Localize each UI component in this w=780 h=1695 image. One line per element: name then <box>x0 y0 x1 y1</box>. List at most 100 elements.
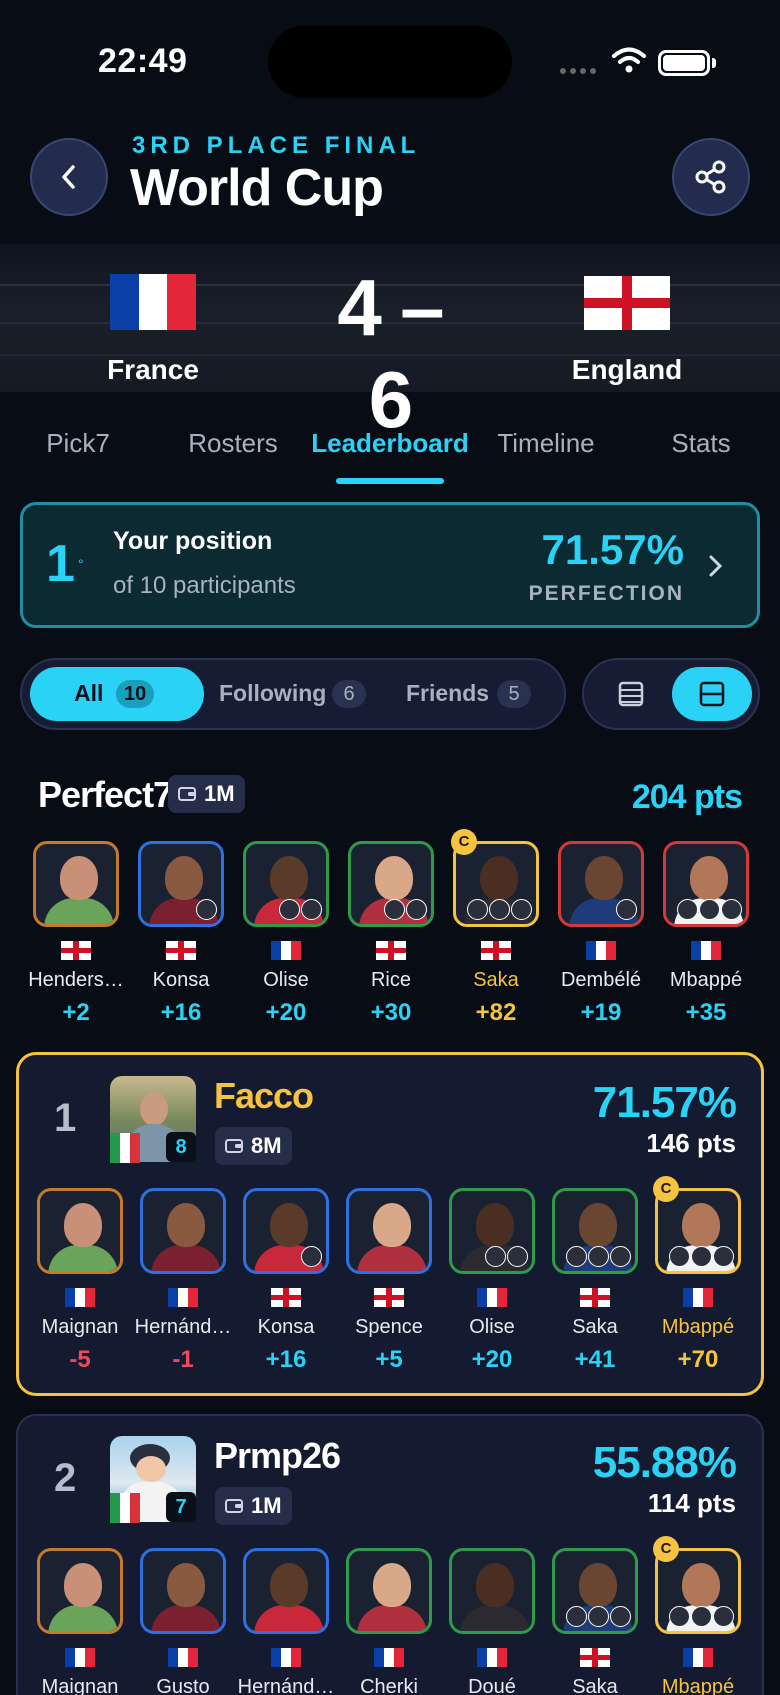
player-name: Gusto <box>156 1676 210 1695</box>
stat-badges <box>467 899 532 920</box>
stat-badge-icon <box>721 899 742 920</box>
player-card[interactable] <box>449 1188 535 1274</box>
stat-badge-icon <box>511 899 532 920</box>
player-points: +30 <box>370 999 412 1026</box>
entry-percent: 71.57% <box>592 1078 737 1127</box>
player-card[interactable] <box>138 841 224 927</box>
stat-badge-icon <box>485 1246 506 1267</box>
player-points: -5 <box>69 1346 91 1373</box>
player-card[interactable] <box>346 1548 432 1634</box>
wallet-icon <box>225 1139 243 1153</box>
perfection-label: PERFECTION <box>528 582 684 605</box>
player-name: Hernánd… <box>134 1316 232 1338</box>
user-level: 7 <box>166 1492 196 1522</box>
stat-badge-icon <box>467 899 488 920</box>
perfect7-wallet: 1M <box>168 775 245 813</box>
tab-timeline[interactable]: Timeline <box>478 428 614 459</box>
battery-nub <box>712 58 716 68</box>
player-points: +41 <box>574 1346 616 1373</box>
france-flag-mini <box>65 1648 95 1667</box>
filter-friends[interactable]: Friends <box>406 680 489 707</box>
player-card[interactable] <box>140 1548 226 1634</box>
player-card[interactable] <box>37 1188 123 1274</box>
entry-username[interactable]: Prmp26 <box>214 1435 341 1477</box>
stat-badge-icon <box>691 1246 712 1267</box>
stat-badge-icon <box>588 1246 609 1267</box>
player-card[interactable] <box>33 841 119 927</box>
player-card[interactable] <box>558 841 644 927</box>
stat-badge-icon <box>677 899 698 920</box>
tab-pick7[interactable]: Pick7 <box>20 428 136 459</box>
player-card[interactable] <box>552 1188 638 1274</box>
player-name: Maignan <box>41 1676 119 1695</box>
france-flag-mini <box>271 941 301 960</box>
status-time: 22:49 <box>98 42 188 80</box>
player-name: Cherki <box>360 1676 418 1695</box>
player-card[interactable] <box>663 841 749 927</box>
entry-wallet: 1M <box>215 1487 292 1525</box>
user-level: 8 <box>166 1132 196 1162</box>
perfection-percent: 71.57% <box>541 526 684 573</box>
wallet-icon <box>178 787 196 801</box>
perfect7-wallet-amount: 1M <box>204 781 235 806</box>
entry-points: 114 pts <box>647 1488 736 1518</box>
player-points: +19 <box>580 999 622 1026</box>
stat-badges <box>485 1246 528 1267</box>
player-card[interactable] <box>243 1548 329 1634</box>
filter-following[interactable]: Following <box>219 680 326 707</box>
participants-count: of 10 participants <box>113 572 296 599</box>
player-name: Konsa <box>257 1316 315 1338</box>
list-view-button[interactable] <box>618 681 644 712</box>
entry-wallet-amount: 1M <box>251 1493 282 1518</box>
player-name: Konsa <box>152 969 210 991</box>
stat-badge-icon <box>301 899 322 920</box>
player-points: +16 <box>265 1346 307 1373</box>
stat-badge-icon <box>610 1246 631 1267</box>
player-points: +20 <box>471 1346 513 1373</box>
country-flag-italy <box>110 1133 140 1163</box>
player-card[interactable] <box>140 1188 226 1274</box>
back-button[interactable] <box>30 138 108 216</box>
player-name: Doué <box>468 1676 516 1695</box>
england-flag-mini <box>376 941 406 960</box>
tab-rosters[interactable]: Rosters <box>168 428 298 459</box>
player-points: +70 <box>677 1346 719 1373</box>
filter-friends-count: 5 <box>497 680 531 708</box>
stat-badge-icon <box>507 1246 528 1267</box>
entry-username[interactable]: Facco <box>214 1075 314 1117</box>
stat-badges <box>669 1606 734 1627</box>
wifi-icon <box>612 47 646 73</box>
player-points: -1 <box>172 1346 194 1373</box>
stat-badge-icon <box>669 1606 690 1627</box>
entry-wallet: 8M <box>215 1127 292 1165</box>
player-name: Spence <box>355 1316 423 1338</box>
filter-all-label: All <box>74 680 104 706</box>
chevron-right-icon <box>709 555 723 577</box>
share-button[interactable] <box>672 138 750 216</box>
dynamic-island <box>268 26 512 98</box>
player-card[interactable] <box>243 841 329 927</box>
player-card[interactable] <box>552 1548 638 1634</box>
player-name: Dembélé <box>560 969 642 991</box>
player-card[interactable] <box>37 1548 123 1634</box>
stat-badges <box>196 899 217 920</box>
player-points: +20 <box>265 999 307 1026</box>
player-card[interactable] <box>346 1188 432 1274</box>
captain-badge: C <box>451 829 477 855</box>
stat-badges <box>669 1246 734 1267</box>
player-card[interactable] <box>449 1548 535 1634</box>
player-card[interactable] <box>348 841 434 927</box>
england-flag-mini <box>271 1288 301 1307</box>
entry-rank: 1 <box>54 1096 77 1140</box>
player-card[interactable] <box>243 1188 329 1274</box>
france-flag-mini <box>477 1648 507 1667</box>
tab-stats[interactable]: Stats <box>656 428 746 459</box>
player-points: +5 <box>375 1346 403 1373</box>
player-name: Saka <box>473 969 519 991</box>
england-flag-mini <box>481 941 511 960</box>
tab-leaderboard[interactable]: Leaderboard <box>306 428 474 459</box>
player-name: Mbappé <box>669 969 743 991</box>
stat-badge-icon <box>566 1246 587 1267</box>
battery-icon <box>658 50 710 76</box>
france-flag-mini <box>477 1288 507 1307</box>
